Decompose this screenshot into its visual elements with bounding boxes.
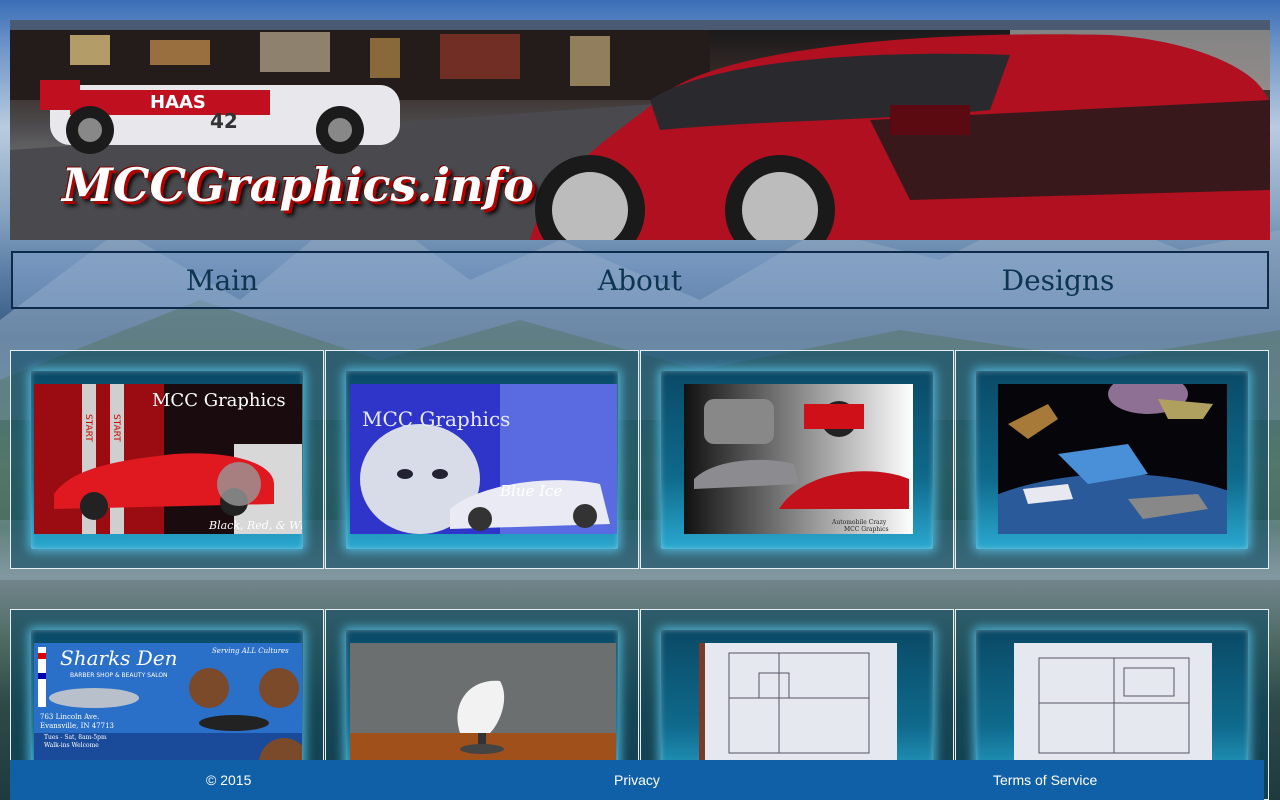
thumb-caption: Black, Red, & White — [208, 519, 302, 532]
thumb-chair-render[interactable] — [350, 643, 616, 763]
thumb-caption: Blue Ice — [499, 482, 562, 500]
thumb-black-red-white[interactable]: MCC Graphics Black, Red, & White START S… — [34, 384, 302, 534]
f1-car-graphic: HAAS 42 — [40, 80, 400, 154]
gallery-row-1: MCC Graphics Black, Red, & White START S… — [10, 350, 1270, 569]
thumb-automobile-crazy[interactable]: Automobile Crazy MCC Graphics — [684, 384, 913, 534]
gallery-cell: Automobile Crazy MCC Graphics — [640, 350, 954, 569]
f1-team-text: HAAS — [150, 92, 206, 113]
thumb-caption: MCC Graphics — [844, 526, 889, 533]
thumb-tagline: Serving ALL Cultures — [212, 647, 289, 655]
thumb-subtitle: BARBER SHOP & BEAUTY SALON — [70, 672, 168, 679]
nav-main[interactable]: Main — [72, 264, 372, 297]
nav-designs[interactable]: Designs — [908, 264, 1208, 297]
main-nav: Main About Designs — [11, 251, 1269, 309]
thumb-jets-earth[interactable] — [998, 384, 1227, 534]
banner-top-strip — [10, 20, 1270, 30]
thumb-walkins: Walk-ins Welcome — [44, 742, 99, 749]
site-banner: HAAS 42 MCCGraphics.info — [10, 30, 1270, 240]
site-footer: © 2015 Privacy Terms of Service — [10, 760, 1264, 800]
gallery-cell: MCC Graphics Black, Red, & White START S… — [10, 350, 324, 569]
site-logo-title[interactable]: MCCGraphics.info — [62, 158, 534, 212]
nav-about[interactable]: About — [490, 264, 790, 297]
thumb-caption: Automobile Crazy — [831, 519, 887, 526]
f1-car-number: 42 — [210, 109, 238, 133]
thumb-address: 763 Lincoln Ave. — [40, 713, 99, 721]
thumb-floor-plan-2[interactable] — [1014, 643, 1212, 763]
thumb-side-text: START — [111, 414, 121, 442]
gallery-cell — [955, 350, 1269, 569]
thumb-title: MCC Graphics — [152, 390, 286, 411]
thumb-address: Evansville, IN 47713 — [40, 722, 114, 730]
thumb-title: Sharks Den — [60, 646, 178, 670]
footer-terms-link[interactable]: Terms of Service — [993, 772, 1097, 788]
thumb-title: MCC Graphics — [362, 407, 510, 431]
thumb-blue-ice[interactable]: MCC Graphics Blue Ice — [350, 384, 617, 534]
footer-privacy-link[interactable]: Privacy — [614, 772, 660, 788]
footer-copyright: © 2015 — [206, 772, 252, 788]
gallery-cell: MCC Graphics Blue Ice — [325, 350, 639, 569]
thumb-floor-plan-1[interactable] — [699, 643, 897, 763]
thumb-side-text: START — [83, 414, 93, 442]
thumb-hours: Tues - Sat, 8am-5pm — [44, 734, 107, 741]
